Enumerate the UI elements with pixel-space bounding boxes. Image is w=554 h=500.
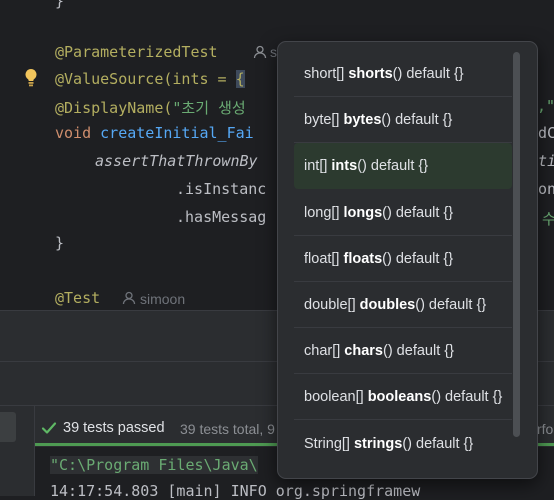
completion-item-shorts[interactable]: short[] shorts() default {} — [294, 51, 512, 97]
completion-item-suffix: () default {} — [383, 343, 454, 360]
completion-item-strings[interactable]: String[] strings() default {} — [294, 421, 512, 467]
tests-total-label: 39 tests total, 9 — [180, 421, 275, 437]
code-line-is-instance: .isInstanc — [176, 180, 267, 198]
code-line-has-message: .hasMessag — [176, 208, 267, 226]
completion-item-suffix: () default {} — [392, 66, 464, 82]
completion-item-type: String[] — [304, 435, 354, 452]
code-fragment-right: dC — [538, 124, 554, 142]
completion-item-suffix: () default {} — [382, 204, 454, 221]
code-fragment-right: ti — [538, 152, 554, 170]
completion-item-name: bytes — [343, 112, 382, 129]
code-fragment-right: 수 — [542, 210, 554, 228]
completion-item-booleans[interactable]: boolean[] booleans() default {} — [294, 374, 512, 421]
console-line-log: 14:17:54.803 [main] INFO org.springframe… — [50, 482, 421, 500]
code-line-brace: } — [55, 0, 65, 10]
completion-item-type: float[] — [304, 250, 344, 267]
completion-item-suffix: () default {} — [381, 112, 453, 129]
author-label: simoon — [140, 291, 186, 307]
tool-window-gutter — [16, 406, 35, 496]
completion-item-name: chars — [344, 343, 383, 360]
completion-item-type: short[] — [304, 66, 349, 82]
console-line-command: "C:\Program Files\Java\ — [50, 456, 258, 474]
completion-item-name: booleans — [367, 389, 432, 406]
completion-item-type: byte[] — [304, 112, 344, 129]
code-line-display-name: @DisplayName("초기 생성 — [55, 99, 246, 117]
tests-passed-label: 39 tests passed — [63, 420, 165, 436]
code-line-close-brace: } — [55, 234, 65, 252]
completion-item-suffix: () default {} — [402, 435, 474, 452]
completion-item-bytes[interactable]: byte[] bytes() default {} — [294, 97, 512, 144]
completion-item-type: double[] — [304, 297, 360, 313]
code-line-test: @Test — [55, 289, 101, 307]
completion-item-floats[interactable]: float[] floats() default {} — [294, 236, 512, 282]
code-fragment-right: ," — [537, 97, 554, 115]
user-icon — [253, 45, 267, 59]
completion-item-name: longs — [343, 204, 383, 221]
completion-item-longs[interactable]: long[] longs() default {} — [294, 190, 512, 236]
code-line-assert: assertThatThrownBy — [95, 152, 258, 170]
lightbulb-icon[interactable] — [24, 68, 38, 88]
completion-item-name: floats — [343, 250, 383, 267]
completion-item-suffix: () default {} — [382, 250, 454, 267]
completion-item-name: ints — [331, 158, 358, 175]
completion-item-chars[interactable]: char[] chars() default {} — [294, 328, 512, 375]
completion-item-suffix: () default {} — [415, 297, 487, 313]
completion-popup[interactable]: short[] shorts() default {} byte[] bytes(… — [277, 41, 538, 479]
code-line-value-source: @ValueSource(ints = { — [55, 70, 245, 88]
code-line-parameterized-test: @ParameterizedTest — [55, 43, 218, 61]
completion-item-suffix: () default {} — [357, 158, 429, 175]
completion-item-type: boolean[] — [304, 389, 368, 406]
completion-item-name: doubles — [359, 297, 416, 313]
completion-item-ints[interactable]: int[] ints() default {} — [294, 143, 512, 190]
code-line-method: void createInitial_Fai — [55, 124, 254, 142]
completion-item-suffix: () default {} — [431, 389, 503, 406]
completion-item-doubles[interactable]: double[] doubles() default {} — [294, 282, 512, 328]
tree-toggle[interactable] — [0, 412, 16, 442]
author-label: s — [270, 44, 277, 60]
user-icon — [122, 291, 136, 305]
completion-item-name: shorts — [348, 66, 393, 82]
completion-item-type: int[] — [304, 158, 332, 175]
completion-item-type: long[] — [304, 204, 344, 221]
popup-scrollbar[interactable] — [513, 52, 520, 437]
performance-label: rfo — [537, 421, 554, 437]
check-icon — [41, 422, 57, 434]
completion-item-type: char[] — [304, 343, 345, 360]
completion-item-name: strings — [353, 435, 403, 452]
code-fragment-right: on — [538, 180, 554, 198]
